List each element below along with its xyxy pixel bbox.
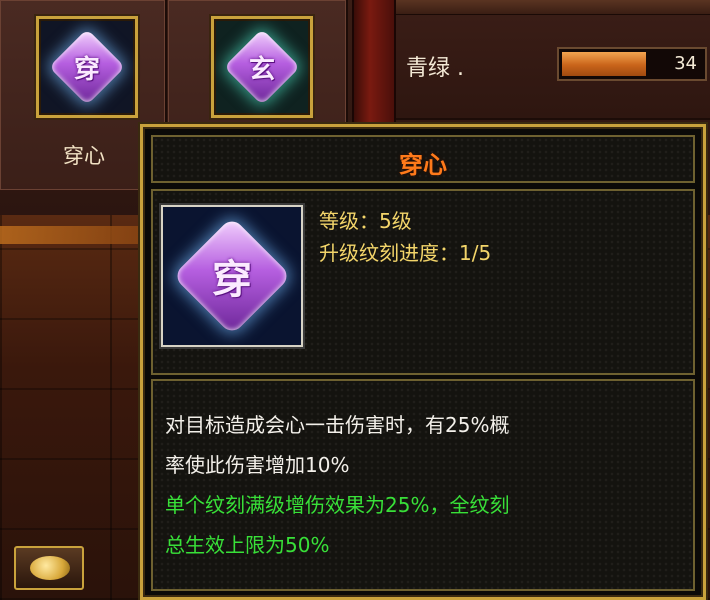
tooltip-description-section: 对目标造成会心一击伤害时，有25%概 率使此伤害增加10% 单个纹刻满级增伤效果… [151, 379, 695, 591]
bonus-line: 单个纹刻满级增伤效果为25%，全纹刻 [165, 493, 510, 517]
coins-button[interactable] [14, 546, 84, 590]
engraving-progress: 升级纹刻进度：1/5 [319, 241, 492, 265]
coins-icon [30, 556, 70, 580]
skill-slot-glyph: 穿 [73, 54, 100, 85]
skill-slot-xuan[interactable]: 玄 [211, 16, 313, 118]
skill-tooltip: 穿心 穿 等级：5级 升级纹刻进度：1/5 对目标造成会心一击伤害时，有25%概… [140, 124, 706, 600]
tooltip-title: 穿心 [399, 151, 447, 179]
bonus-line: 总生效上限为50% [165, 533, 330, 557]
floor-stripe [0, 226, 150, 244]
skill-slot-glyph: 玄 [248, 54, 275, 85]
stat-panel-rail [396, 0, 710, 15]
tooltip-skill-glyph: 穿 [212, 257, 252, 303]
stat-label: 青绿 . [406, 56, 464, 81]
stat-progress-bar: 34 [557, 47, 707, 81]
stat-progress-fill [562, 52, 646, 76]
stat-progress-value: 34 [674, 53, 697, 74]
skill-level: 等级：5级 [319, 209, 412, 233]
description-line: 率使此伤害增加10% [165, 453, 350, 477]
skill-slot-label: 穿心 [63, 144, 105, 168]
skill-slot-chuanxin[interactable]: 穿 [36, 16, 138, 118]
tooltip-title-section: 穿心 [151, 135, 695, 183]
description-line: 对目标造成会心一击伤害时，有25%概 [165, 413, 510, 437]
tooltip-info-section: 穿 等级：5级 升级纹刻进度：1/5 [151, 189, 695, 375]
skill-description: 对目标造成会心一击伤害时，有25%概 率使此伤害增加10% 单个纹刻满级增伤效果… [165, 405, 685, 565]
tooltip-skill-icon-frame: 穿 [161, 205, 303, 347]
